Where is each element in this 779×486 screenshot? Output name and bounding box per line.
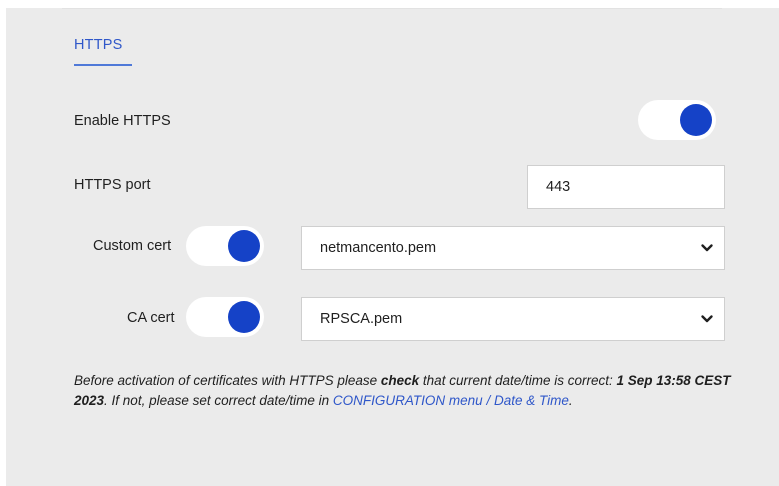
https-port-label: HTTPS port [74, 177, 151, 193]
divider [62, 8, 722, 9]
chevron-down-icon [701, 315, 713, 323]
https-port-input[interactable] [527, 165, 725, 209]
note-text: that current date/time is correct: [419, 373, 617, 388]
custom-cert-selected-value: netmancento.pem [320, 240, 437, 256]
custom-cert-toggle[interactable] [186, 226, 264, 266]
settings-panel: HTTPS Enable HTTPS HTTPS port Custom cer… [6, 8, 779, 486]
tab-https[interactable]: HTTPS [74, 37, 123, 53]
note-text: Before activation of certificates with H… [74, 373, 381, 388]
enable-https-label: Enable HTTPS [74, 113, 171, 129]
custom-cert-select[interactable]: netmancento.pem [301, 226, 725, 270]
custom-cert-label: Custom cert [93, 238, 172, 254]
chevron-down-icon [701, 244, 713, 252]
ca-cert-select[interactable]: RPSCA.pem [301, 297, 725, 341]
tab-active-indicator [74, 64, 132, 66]
ca-cert-label: CA cert [127, 310, 175, 326]
toggle-knob [228, 230, 260, 262]
toggle-knob [680, 104, 712, 136]
note-text: . [568, 393, 573, 408]
enable-https-toggle[interactable] [638, 100, 716, 140]
datetime-warning-note: Before activation of certificates with H… [74, 371, 734, 411]
ca-cert-selected-value: RPSCA.pem [320, 311, 403, 327]
ca-cert-toggle[interactable] [186, 297, 264, 337]
note-emphasis-check: check [380, 373, 420, 388]
toggle-knob [228, 301, 260, 333]
note-text: . If not, please set correct date/time i… [104, 393, 333, 408]
configuration-date-time-link[interactable]: CONFIGURATION menu / Date & Time [333, 393, 569, 408]
